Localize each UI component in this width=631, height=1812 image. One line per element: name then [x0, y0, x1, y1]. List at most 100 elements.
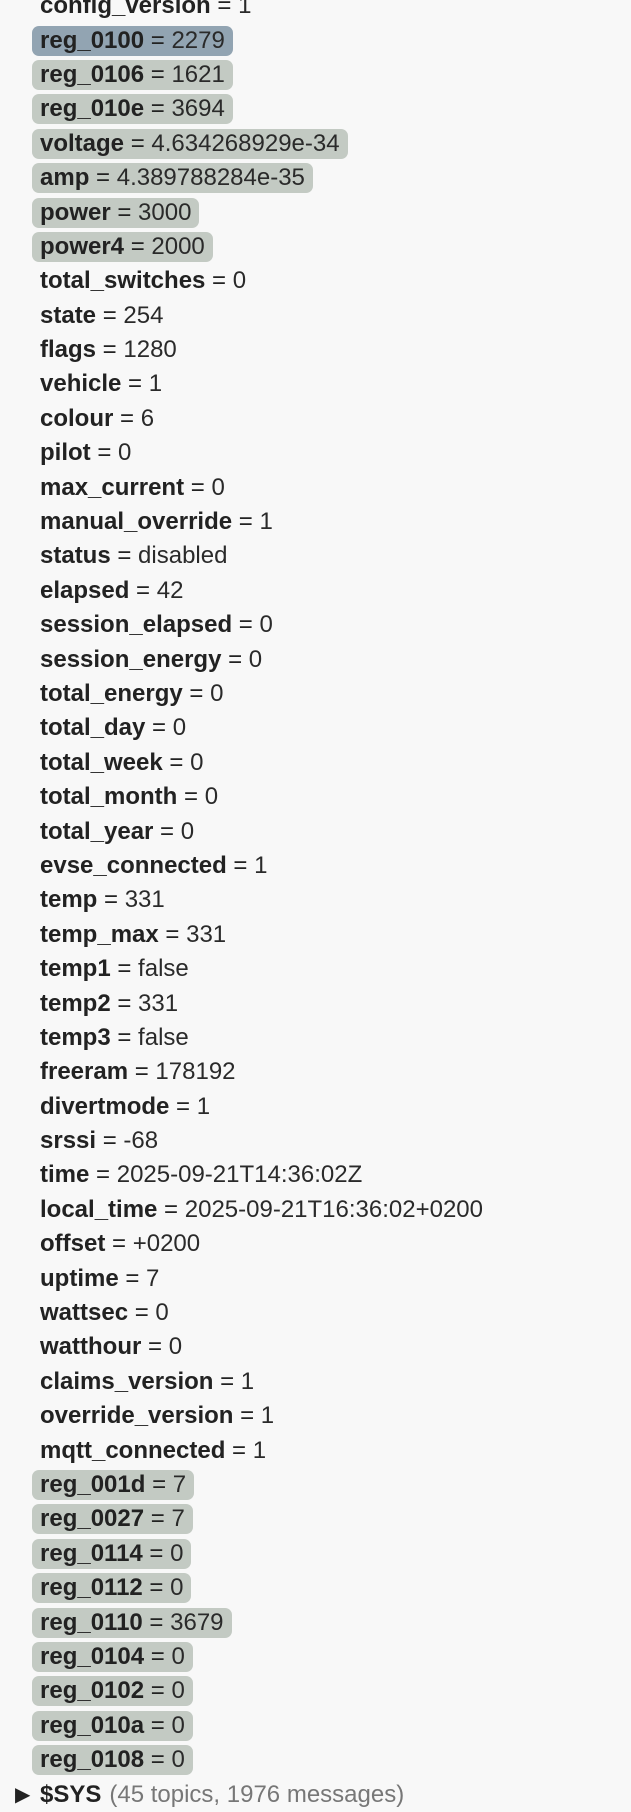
expand-arrow-icon[interactable]: ▶ [15, 1780, 40, 1810]
topic-node-reg-0104[interactable]: reg_0104 = 0 [32, 1641, 193, 1672]
topic-row[interactable]: session_elapsed = 0 [0, 608, 631, 642]
topic-node-status[interactable]: status = disabled [32, 541, 235, 571]
topic-node-power4[interactable]: power4 = 2000 [32, 231, 213, 262]
topic-node-config-version[interactable]: config_version = 1 [32, 0, 259, 21]
topic-node-reg-0100[interactable]: reg_0100 = 2279 [32, 25, 233, 56]
topic-node-offset[interactable]: offset = +0200 [32, 1229, 208, 1259]
topic-row[interactable]: claims_version = 1 [0, 1365, 631, 1399]
topic-row[interactable]: temp1 = false [0, 952, 631, 986]
topic-node-claims-version[interactable]: claims_version = 1 [32, 1367, 262, 1397]
topic-row[interactable]: config_version = 1 [0, 0, 631, 23]
topic-row[interactable]: mqtt_connected = 1 [0, 1433, 631, 1467]
topic-row[interactable]: power = 3000 [0, 195, 631, 229]
topic-node-reg-0102[interactable]: reg_0102 = 0 [32, 1676, 193, 1707]
topic-row[interactable]: temp = 331 [0, 883, 631, 917]
topic-row[interactable]: wattsec = 0 [0, 1296, 631, 1330]
topic-row[interactable]: reg_010a = 0 [0, 1709, 631, 1743]
topic-node-total-energy[interactable]: total_energy = 0 [32, 679, 231, 709]
topic-node-total-week[interactable]: total_week = 0 [32, 748, 211, 778]
topic-row[interactable]: total_year = 0 [0, 814, 631, 848]
topic-row[interactable]: reg_0112 = 0 [0, 1571, 631, 1605]
topic-row[interactable]: time = 2025-09-21T14:36:02Z [0, 1158, 631, 1192]
topic-node-reg-0106[interactable]: reg_0106 = 1621 [32, 59, 233, 90]
topic-node-freeram[interactable]: freeram = 178192 [32, 1057, 244, 1087]
topic-node-reg-001d[interactable]: reg_001d = 7 [32, 1469, 195, 1500]
topic-row[interactable]: reg_0106 = 1621 [0, 58, 631, 92]
topic-node-state[interactable]: state = 254 [32, 301, 171, 331]
topic-row[interactable]: evse_connected = 1 [0, 849, 631, 883]
topic-row[interactable]: reg_0100 = 2279 [0, 23, 631, 57]
topic-row[interactable]: vehicle = 1 [0, 367, 631, 401]
topic-node-watthour[interactable]: watthour = 0 [32, 1332, 190, 1362]
topic-row[interactable]: state = 254 [0, 299, 631, 333]
topic-node-reg-0027[interactable]: reg_0027 = 7 [32, 1504, 193, 1535]
topic-row[interactable]: reg_001d = 7 [0, 1468, 631, 1502]
topic-node-reg-0108[interactable]: reg_0108 = 0 [32, 1745, 193, 1776]
topic-row[interactable]: total_day = 0 [0, 711, 631, 745]
topic-row[interactable]: reg_0110 = 3679 [0, 1605, 631, 1639]
topic-node-voltage[interactable]: voltage = 4.634268929e-34 [32, 128, 348, 159]
topic-row[interactable]: watthour = 0 [0, 1330, 631, 1364]
topic-node-reg-0110[interactable]: reg_0110 = 3679 [32, 1607, 232, 1638]
topic-node-temp2[interactable]: temp2 = 331 [32, 989, 186, 1019]
topic-row[interactable]: temp2 = 331 [0, 986, 631, 1020]
topic-row[interactable]: override_version = 1 [0, 1399, 631, 1433]
topic-node-vehicle[interactable]: vehicle = 1 [32, 369, 170, 399]
topic-node-override-version[interactable]: override_version = 1 [32, 1401, 282, 1431]
topic-node-total-year[interactable]: total_year = 0 [32, 817, 202, 847]
topic-node-colour[interactable]: colour = 6 [32, 404, 162, 434]
topic-node-wattsec[interactable]: wattsec = 0 [32, 1298, 177, 1328]
topic-node-session-elapsed[interactable]: session_elapsed = 0 [32, 610, 281, 640]
topic-node-local-time[interactable]: local_time = 2025-09-21T16:36:02+0200 [32, 1195, 491, 1225]
topic-row[interactable]: reg_0104 = 0 [0, 1640, 631, 1674]
topic-node-srssi[interactable]: srssi = -68 [32, 1126, 166, 1156]
topic-row[interactable]: status = disabled [0, 539, 631, 573]
topic-row[interactable]: freeram = 178192 [0, 1055, 631, 1089]
topic-row[interactable]: total_energy = 0 [0, 677, 631, 711]
topic-node-mqtt-connected[interactable]: mqtt_connected = 1 [32, 1436, 274, 1466]
topic-node-session-energy[interactable]: session_energy = 0 [32, 645, 270, 675]
topic-node-amp[interactable]: amp = 4.389788284e-35 [32, 163, 313, 194]
topic-row[interactable]: max_current = 0 [0, 470, 631, 504]
topic-row[interactable]: manual_override = 1 [0, 505, 631, 539]
topic-row[interactable]: offset = +0200 [0, 1227, 631, 1261]
topic-row[interactable]: reg_0102 = 0 [0, 1674, 631, 1708]
topic-node-temp-max[interactable]: temp_max = 331 [32, 920, 234, 950]
topic-node-flags[interactable]: flags = 1280 [32, 335, 185, 365]
topic-node-evse-connected[interactable]: evse_connected = 1 [32, 851, 275, 881]
topic-row[interactable]: colour = 6 [0, 402, 631, 436]
topic-row[interactable]: total_switches = 0 [0, 264, 631, 298]
topic-row[interactable]: total_week = 0 [0, 746, 631, 780]
topic-node-reg-010a[interactable]: reg_010a = 0 [32, 1710, 193, 1741]
topic-row[interactable]: divertmode = 1 [0, 1090, 631, 1124]
topic-node-manual-override[interactable]: manual_override = 1 [32, 507, 281, 537]
topic-row[interactable]: uptime = 7 [0, 1261, 631, 1295]
topic-node-temp1[interactable]: temp1 = false [32, 954, 197, 984]
topic-node-temp[interactable]: temp = 331 [32, 885, 173, 915]
topic-node-divertmode[interactable]: divertmode = 1 [32, 1092, 218, 1122]
topic-row[interactable]: total_month = 0 [0, 780, 631, 814]
topic-row[interactable]: srssi = -68 [0, 1124, 631, 1158]
topic-row[interactable]: power4 = 2000 [0, 230, 631, 264]
topic-row[interactable]: reg_0108 = 0 [0, 1743, 631, 1777]
topic-row[interactable]: voltage = 4.634268929e-34 [0, 127, 631, 161]
topic-row[interactable]: session_energy = 0 [0, 642, 631, 676]
topic-row[interactable]: reg_010e = 3694 [0, 92, 631, 126]
topic-row[interactable]: elapsed = 42 [0, 574, 631, 608]
topic-node-power[interactable]: power = 3000 [32, 197, 200, 228]
topic-node-total-day[interactable]: total_day = 0 [32, 713, 194, 743]
folder-node-sys[interactable]: ▶ $SYS (45 topics, 1976 messages) [15, 1780, 404, 1810]
topic-row[interactable]: flags = 1280 [0, 333, 631, 367]
topic-node-reg-0114[interactable]: reg_0114 = 0 [32, 1538, 192, 1569]
topic-node-max-current[interactable]: max_current = 0 [32, 473, 233, 503]
topic-node-total-switches[interactable]: total_switches = 0 [32, 266, 254, 296]
topic-node-elapsed[interactable]: elapsed = 42 [32, 576, 191, 606]
topic-node-reg-0112[interactable]: reg_0112 = 0 [32, 1573, 192, 1604]
topic-row[interactable]: temp3 = false [0, 1021, 631, 1055]
topic-row[interactable]: amp = 4.389788284e-35 [0, 161, 631, 195]
topic-row[interactable]: pilot = 0 [0, 436, 631, 470]
topic-node-pilot[interactable]: pilot = 0 [32, 438, 139, 468]
topic-node-total-month[interactable]: total_month = 0 [32, 782, 226, 812]
topic-row[interactable]: temp_max = 331 [0, 918, 631, 952]
topic-node-time[interactable]: time = 2025-09-21T14:36:02Z [32, 1160, 370, 1190]
